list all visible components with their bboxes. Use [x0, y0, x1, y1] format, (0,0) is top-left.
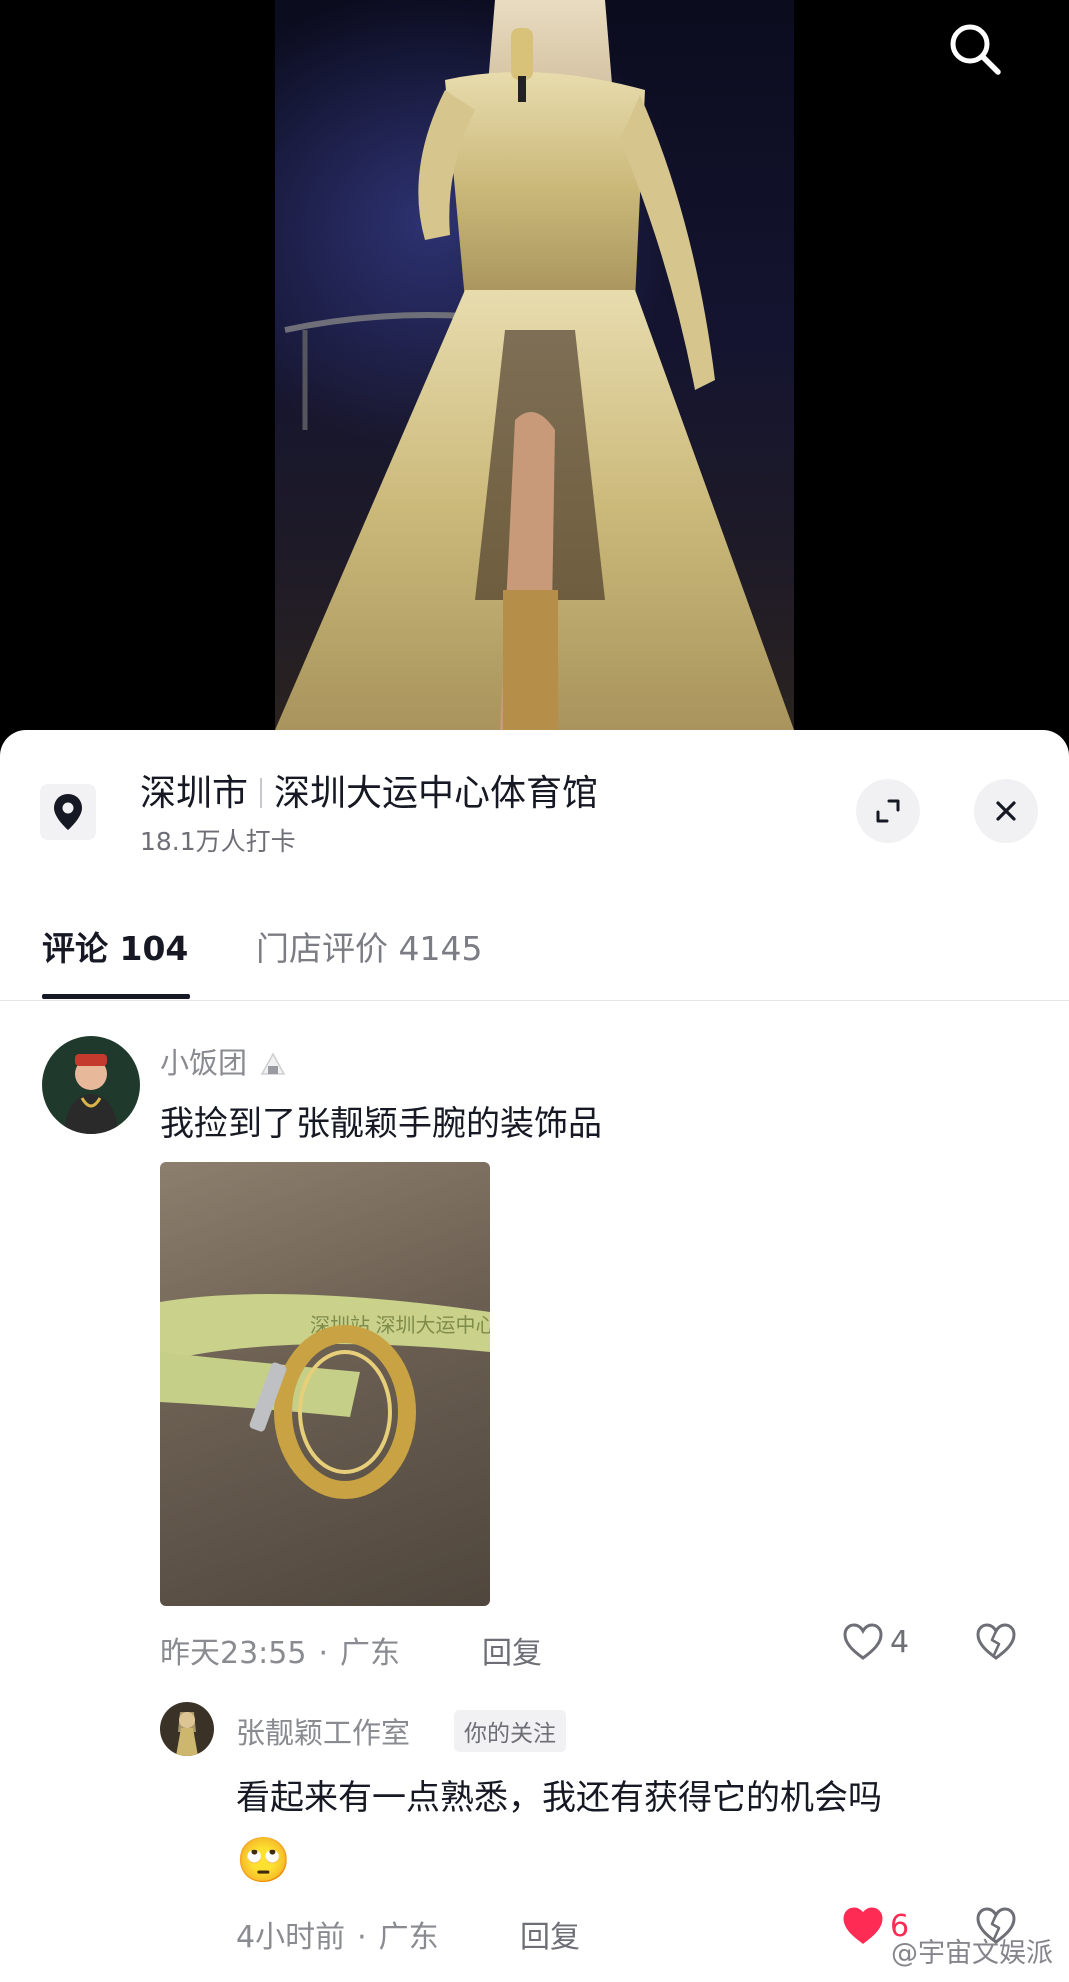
rice-ball-icon	[260, 1049, 286, 1075]
comment-region: 广东	[340, 1636, 401, 1671]
reply-avatar[interactable]	[160, 1702, 214, 1756]
dislike-button[interactable]	[975, 1622, 1017, 1666]
comment-username[interactable]: 小饭团	[160, 1040, 286, 1082]
like-count: 4	[890, 1624, 910, 1660]
active-tab-indicator	[42, 994, 190, 999]
video-frame	[275, 0, 794, 730]
location-venue: 深圳大运中心体育馆	[274, 773, 599, 814]
comment-photo[interactable]: 深圳站 深圳大运中心体育馆	[160, 1162, 490, 1606]
reply-emoji: 🙄	[236, 1835, 291, 1886]
like-button[interactable]: 4	[842, 1622, 909, 1662]
reply-button[interactable]: 回复	[482, 1628, 542, 1672]
meta-dot: ·	[318, 1636, 329, 1671]
comment-time: 昨天23:55	[160, 1636, 307, 1671]
reply-text: 看起来有一点熟悉，我还有获得它的机会吗	[236, 1778, 882, 1818]
tabs-divider	[0, 1000, 1069, 1001]
reply-reply-button[interactable]: 回复	[520, 1912, 580, 1956]
video-player[interactable]	[0, 0, 1069, 760]
close-button[interactable]	[974, 779, 1038, 843]
location-city: 深圳市	[140, 773, 249, 814]
location-title[interactable]: 深圳市 深圳大运中心体育馆	[140, 764, 598, 816]
reply-meta: 4小时前 · 广东	[236, 1912, 439, 1956]
tab-store-reviews[interactable]: 门店评价 4145	[256, 922, 482, 970]
comment-meta: 昨天23:55 · 广东	[160, 1628, 400, 1672]
meta-dot: ·	[357, 1920, 367, 1955]
avatar[interactable]	[42, 1036, 140, 1134]
watermark: @宇宙文娱派	[891, 1938, 1053, 1969]
performer-illustration	[275, 0, 794, 730]
close-icon	[996, 801, 1016, 821]
location-pin-icon	[40, 784, 96, 840]
bracelet-photo-illustration: 深圳站 深圳大运中心体育馆	[160, 1294, 490, 1499]
search-icon	[950, 24, 1001, 75]
checkin-count: 18.1万人打卡	[140, 827, 296, 856]
title-separator	[260, 778, 263, 808]
reply-username[interactable]: 张靓颖工作室	[236, 1710, 410, 1752]
heart-icon	[843, 1623, 883, 1660]
following-badge: 你的关注	[454, 1710, 566, 1752]
comment-text: 我捡到了张靓颖手腕的装饰品	[160, 1104, 602, 1144]
reply-region: 广东	[378, 1920, 439, 1955]
username-text: 小饭团	[160, 1046, 248, 1080]
search-button[interactable]	[940, 14, 1010, 84]
broken-heart-icon	[976, 1623, 1016, 1660]
reply-time: 4小时前	[236, 1920, 346, 1955]
heart-icon	[843, 1907, 883, 1944]
expand-icon	[876, 799, 900, 823]
comments-sheet: 深圳市 深圳大运中心体育馆 18.1万人打卡 评论 104 门店评价 4145 小…	[0, 730, 1069, 1982]
expand-button[interactable]	[856, 779, 920, 843]
tab-comments[interactable]: 评论 104	[42, 922, 188, 970]
